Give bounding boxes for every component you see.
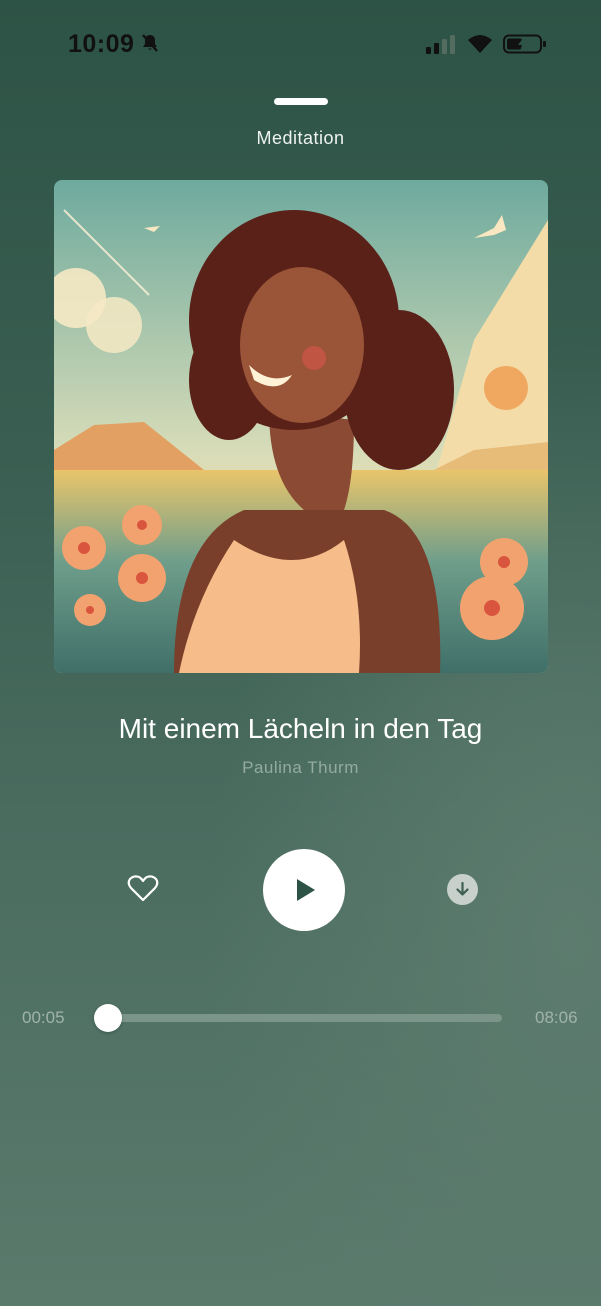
category-title: Meditation — [256, 128, 345, 148]
wifi-icon — [466, 32, 494, 54]
favorite-button[interactable] — [122, 868, 164, 910]
play-icon — [297, 879, 315, 901]
progress-thumb[interactable] — [94, 1004, 123, 1032]
track-artwork — [54, 180, 548, 673]
bell-slash-icon — [140, 33, 160, 53]
battery-charging-icon — [503, 34, 547, 54]
status-time: 10:09 — [68, 30, 135, 58]
track-title: Mit einem Lächeln in den Tag — [118, 713, 483, 744]
status-bar: 10:09 — [0, 0, 601, 90]
download-icon — [456, 881, 469, 896]
elapsed-time: 00:05 — [22, 1008, 65, 1027]
download-button[interactable] — [447, 874, 478, 905]
heart-outline-icon — [127, 875, 159, 902]
progress-track[interactable] — [104, 1014, 502, 1022]
sheet-grabber-handle[interactable] — [274, 98, 328, 105]
track-artist: Paulina Thurm — [242, 758, 359, 777]
total-duration: 08:06 — [535, 1008, 578, 1027]
play-button[interactable] — [263, 849, 345, 931]
cellular-signal-icon — [426, 34, 458, 54]
